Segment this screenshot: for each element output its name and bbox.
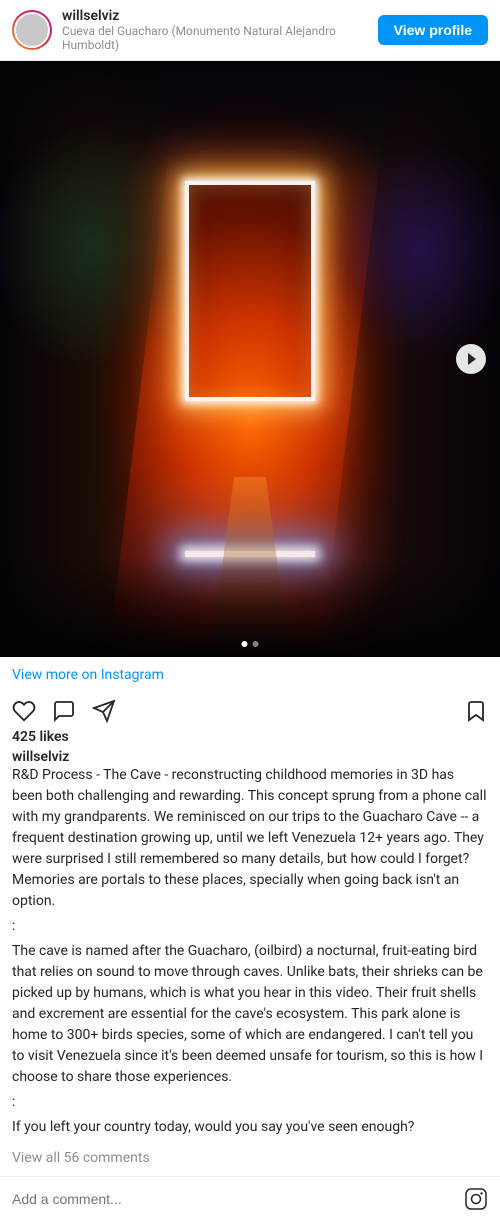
foliage-right (330, 141, 500, 361)
add-comment-bar (0, 1176, 500, 1221)
likes-count: 425 likes (0, 729, 500, 749)
comment-button[interactable] (52, 699, 76, 723)
header-location: Cueva del Guacharo (Monumento Natural Al… (62, 24, 378, 52)
dot-2 (253, 641, 259, 647)
dot-1 (242, 641, 248, 647)
left-action-icons (12, 699, 464, 723)
view-comments-link[interactable]: View all 56 comments (0, 1146, 500, 1170)
image-background (0, 61, 500, 657)
save-button[interactable] (464, 699, 488, 723)
image-dots-indicator (242, 641, 259, 647)
caption-username[interactable]: willselviz (12, 749, 69, 765)
post-header: willselviz Cueva del Guacharo (Monumento… (0, 0, 500, 61)
add-comment-input[interactable] (12, 1191, 464, 1207)
action-bar (0, 693, 500, 729)
colon-break-1: : (12, 916, 488, 937)
avatar (12, 10, 52, 50)
colon-break-2: : (12, 1092, 488, 1113)
avatar-image (14, 12, 50, 48)
like-button[interactable] (12, 699, 36, 723)
next-image-button[interactable] (456, 344, 486, 374)
header-info: willselviz Cueva del Guacharo (Monumento… (62, 8, 378, 52)
caption-area: willselviz R&D Process - The Cave - reco… (0, 749, 500, 1146)
glowing-door-frame (185, 181, 315, 401)
share-button[interactable] (92, 699, 116, 723)
header-username[interactable]: willselviz (62, 8, 378, 24)
view-more-instagram-link[interactable]: View more on Instagram (0, 657, 500, 693)
caption-text: R&D Process - The Cave - reconstructing … (12, 765, 488, 1138)
post-image (0, 61, 500, 657)
foliage-left (0, 121, 190, 371)
instagram-logo-icon (464, 1187, 488, 1211)
chevron-right-icon (468, 353, 476, 365)
view-profile-button[interactable]: View profile (378, 15, 488, 45)
